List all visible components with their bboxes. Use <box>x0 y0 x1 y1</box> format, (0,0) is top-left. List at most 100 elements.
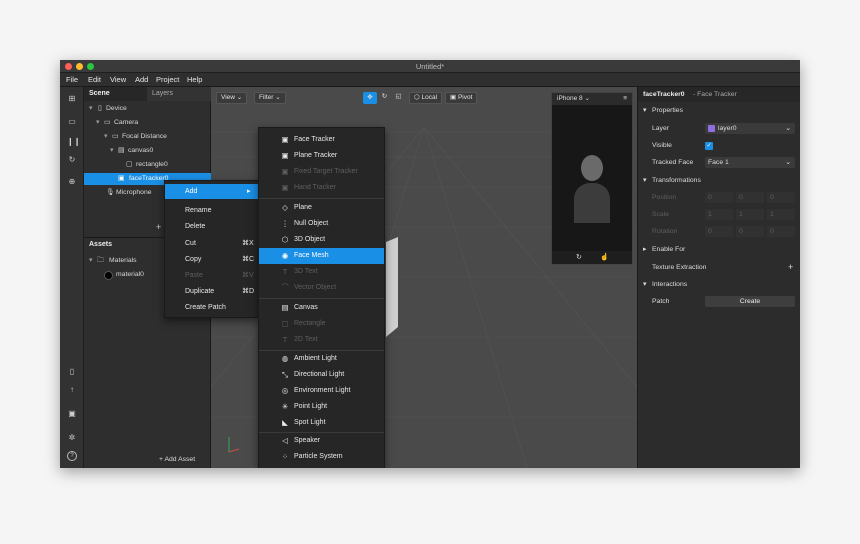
context-menu: Add ▸ Rename Delete Cut ⌘X Copy ⌘C Paste ⌘V … <box>164 180 261 318</box>
layer-dropdown[interactable]: layer0 ⌄ <box>705 123 795 134</box>
face-mesh-icon: ◉ <box>281 251 289 260</box>
section-transformations[interactable]: ▾ Transformations <box>638 173 800 188</box>
help-icon[interactable]: ? <box>67 451 77 461</box>
tab-scene[interactable]: Scene <box>89 90 110 97</box>
texture-extraction-row: Texture Extraction + <box>638 260 800 275</box>
refresh-icon[interactable]: ↻ <box>67 155 77 165</box>
scene-header: Scene Layers <box>84 87 211 101</box>
submenu-3d-object[interactable]: ⬡ 3D Object <box>259 232 384 248</box>
submenu-particle-system[interactable]: ⁘ Particle System <box>259 449 384 465</box>
submenu-separator <box>259 298 384 299</box>
settings-icon[interactable]: ✲ <box>67 433 77 443</box>
viewport-plane-object <box>386 237 398 337</box>
rotation-x[interactable]: 0 <box>705 226 733 237</box>
submenu-canvas[interactable]: ▤ Canvas <box>259 300 384 316</box>
scale-y[interactable]: 1 <box>736 209 764 220</box>
position-z[interactable]: 0 <box>767 192 795 203</box>
menu-view[interactable]: View <box>110 75 126 84</box>
chevron-down-icon: ⌄ <box>785 159 791 166</box>
add-asset-button[interactable]: + Add Asset <box>159 456 195 463</box>
submenu-face-tracker[interactable]: ▣ Face Tracker <box>259 132 384 148</box>
add-object-button[interactable]: + <box>156 222 161 232</box>
pivot-toggle[interactable]: ▣ Pivot <box>445 92 478 104</box>
rotate-tool-button[interactable]: ↻ <box>378 92 391 104</box>
patch-row: Patch Create <box>638 294 800 309</box>
submenu-rectangle: ▢ Rectangle <box>259 316 384 332</box>
create-patch-button[interactable]: Create <box>705 296 795 307</box>
zoom-icon[interactable]: ⊕ <box>67 177 77 187</box>
preview-menu-icon[interactable]: ≡ <box>623 93 627 105</box>
app-window: Untitled* File Edit View Add Project Hel… <box>60 60 800 468</box>
tree-item-canvas0[interactable]: ▾ ▤ canvas0 <box>84 145 211 157</box>
tree-item-focal-distance[interactable]: ▾ ▭ Focal Distance <box>84 131 211 143</box>
submenu-speaker[interactable]: ◁ Speaker <box>259 433 384 449</box>
visible-checkbox[interactable]: ✓ <box>705 142 713 150</box>
submenu-directional-light[interactable]: ⤡ Directional Light <box>259 367 384 383</box>
menu-add[interactable]: Add <box>135 75 148 84</box>
canvas-icon: ▤ <box>281 303 289 312</box>
device-preview[interactable]: iPhone 8 ⌄ ≡ ↻ ☝ <box>551 92 633 265</box>
move-tool-button[interactable]: ✥ <box>363 92 377 104</box>
menu-edit[interactable]: Edit <box>88 75 101 84</box>
menu-item-cut[interactable]: Cut ⌘X <box>165 236 261 251</box>
device-selector[interactable]: iPhone 8 ⌄ ≡ <box>552 93 632 105</box>
menu-help[interactable]: Help <box>187 75 202 84</box>
position-x[interactable]: 0 <box>705 192 733 203</box>
touch-icon[interactable]: ☝ <box>600 253 609 261</box>
menu-file[interactable]: File <box>66 75 78 84</box>
pause-icon[interactable]: ❙❙ <box>67 137 80 147</box>
rotation-y[interactable]: 0 <box>736 226 764 237</box>
menu-item-copy[interactable]: Copy ⌘C <box>165 252 261 267</box>
menu-item-duplicate[interactable]: Duplicate ⌘D <box>165 284 261 299</box>
tracked-face-dropdown[interactable]: Face 1 ⌄ <box>705 157 795 168</box>
cube-icon: ⬡ <box>281 235 289 244</box>
tree-item-rectangle0[interactable]: ▢ rectangle0 <box>84 159 211 171</box>
upload-icon[interactable]: ↑ <box>67 385 77 395</box>
menu-item-rename[interactable]: Rename <box>165 203 261 218</box>
switch-camera-icon[interactable]: ↻ <box>576 253 582 261</box>
library-icon[interactable]: ▣ <box>67 409 77 419</box>
submenu-point-light[interactable]: ✳ Point Light <box>259 399 384 415</box>
test-on-device-icon[interactable]: ▯ <box>67 367 77 377</box>
properties-panel: faceTracker0- Face Tracker ▾ Properties L… <box>637 87 800 468</box>
submenu-null-object[interactable]: ⋮ Null Object <box>259 216 384 232</box>
submenu-fixed-target-tracker: ▣ Fixed Target Tracker <box>259 164 384 180</box>
menu-item-delete[interactable]: Delete <box>165 219 261 234</box>
menu-bar: File Edit View Add Project Help <box>60 73 800 87</box>
menu-project[interactable]: Project <box>156 75 179 84</box>
camera-icon[interactable]: ▭ <box>67 117 77 127</box>
menu-item-create-patch[interactable]: Create Patch <box>165 300 261 315</box>
section-enable-for[interactable]: ▸ Enable For <box>638 242 800 257</box>
submenu-vector-object: ⌒ Vector Object <box>259 280 384 296</box>
position-y[interactable]: 0 <box>736 192 764 203</box>
scale-x[interactable]: 1 <box>705 209 733 220</box>
canvas-icon: ▤ <box>118 147 125 154</box>
menu-item-add[interactable]: Add ▸ <box>165 184 261 199</box>
submenu-spot-light[interactable]: ◣ Spot Light <box>259 415 384 431</box>
submenu-hand-tracker: ▣ Hand Tracker <box>259 180 384 196</box>
submenu-plane-tracker[interactable]: ▣ Plane Tracker <box>259 148 384 164</box>
tree-item-device[interactable]: ▾ ▯ Device <box>84 103 211 115</box>
scale-tool-button[interactable]: ◱ <box>392 92 405 104</box>
section-properties[interactable]: ▾ Properties <box>638 103 800 118</box>
tree-item-camera[interactable]: ▾ ▭ Camera <box>84 117 211 129</box>
filter-dropdown[interactable]: Filter ⌄ <box>254 92 286 104</box>
visible-row: Visible ✓ <box>652 142 713 150</box>
section-interactions[interactable]: ▾ Interactions <box>638 277 800 292</box>
local-toggle[interactable]: ⬡ Local <box>409 92 443 104</box>
scene-panel-icon[interactable]: ⊞ <box>67 94 77 104</box>
spot-light-icon: ◣ <box>282 418 288 427</box>
submenu-plane[interactable]: ◇ Plane <box>259 200 384 216</box>
submenu-face-mesh[interactable]: ◉ Face Mesh <box>259 248 384 264</box>
layer-color-swatch <box>708 125 715 132</box>
rotation-z[interactable]: 0 <box>767 226 795 237</box>
microphone-icon: 🎙︎ <box>106 189 115 196</box>
rectangle-icon: ▢ <box>281 319 289 328</box>
view-dropdown[interactable]: View ⌄ <box>216 92 248 104</box>
tab-layers[interactable]: Layers <box>147 87 211 101</box>
material-swatch-icon <box>104 271 113 280</box>
submenu-ambient-light[interactable]: ◍ Ambient Light <box>259 351 384 367</box>
submenu-environment-light[interactable]: ◎ Environment Light <box>259 383 384 399</box>
add-texture-extraction-button[interactable]: + <box>788 260 793 275</box>
scale-z[interactable]: 1 <box>767 209 795 220</box>
